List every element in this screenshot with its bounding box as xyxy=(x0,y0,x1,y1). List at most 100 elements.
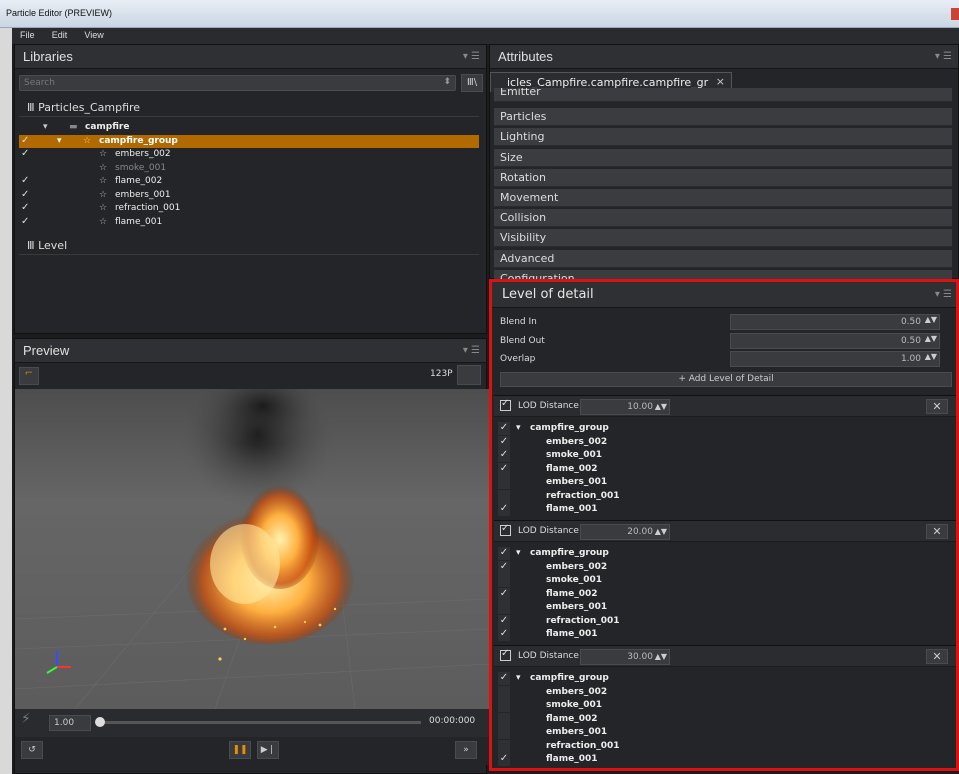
item-check[interactable]: ✓ xyxy=(21,202,31,213)
lod-item-row[interactable]: ✓ embers_002 xyxy=(498,435,948,450)
lod-group-row[interactable]: ✓ ▾ campfire_group xyxy=(498,422,948,436)
blend-out-input[interactable]: 0.50 ▲▼ xyxy=(730,333,940,349)
lod-distance-input[interactable]: 20.00 ▲▼ xyxy=(580,524,670,540)
item-check[interactable]: ✓ xyxy=(498,462,510,476)
item-check[interactable] xyxy=(498,601,510,614)
panel-menu-icon[interactable]: ▾ ☰ xyxy=(463,345,480,356)
item-check[interactable]: ✓ xyxy=(498,503,510,516)
item-check[interactable]: ✓ xyxy=(498,587,510,601)
tree-folder[interactable]: ▾ ▬ campfire xyxy=(19,121,479,135)
tree-group-selected[interactable]: ✓ ▾ ☆ campfire_group xyxy=(19,134,479,148)
tree-item[interactable]: ✓ ☆ flame_001 xyxy=(19,216,479,230)
library-search-input[interactable]: Search ⬍ xyxy=(19,75,456,91)
lod-distance-input[interactable]: 10.00 ▲▼ xyxy=(580,399,670,415)
menu-edit[interactable]: Edit xyxy=(52,30,68,40)
lod-group-row[interactable]: ✓ ▾ campfire_group xyxy=(498,672,948,686)
lod-item-row[interactable]: embers_001 xyxy=(498,601,948,615)
search-dropdown-icon[interactable]: ⬍ xyxy=(443,77,451,87)
expand-arrow-icon[interactable]: ▾ xyxy=(57,136,62,146)
group-check[interactable]: ✓ xyxy=(21,135,31,146)
category-movement[interactable]: Movement xyxy=(494,189,952,207)
add-level-of-detail-button[interactable]: + Add Level of Detail xyxy=(500,372,952,387)
fps-toggle-button[interactable] xyxy=(457,365,481,385)
menu-view[interactable]: View xyxy=(84,30,103,40)
axis-tool-button[interactable]: ⌐ xyxy=(19,367,39,385)
category-lighting[interactable]: Lighting xyxy=(494,128,952,147)
item-check[interactable]: ✓ xyxy=(21,148,31,159)
level-header[interactable]: Ⅲ Level xyxy=(19,235,479,255)
lod-enable-checkbox[interactable] xyxy=(500,398,511,411)
restart-icon[interactable]: ↺ xyxy=(21,741,43,759)
preview-viewport[interactable] xyxy=(15,389,489,709)
item-check[interactable] xyxy=(498,489,510,503)
tree-item[interactable]: ✓ ☆ flame_002 xyxy=(19,175,479,189)
library-header[interactable]: Ⅲ Particles_Campfire xyxy=(19,97,479,117)
item-check[interactable] xyxy=(498,739,510,753)
item-check[interactable]: ✓ xyxy=(498,449,510,462)
lod-distance-input[interactable]: 30.00 ▲▼ xyxy=(580,649,670,665)
pause-button[interactable]: ❚❚ xyxy=(229,741,251,759)
item-check[interactable] xyxy=(498,699,510,712)
item-check[interactable] xyxy=(498,712,510,726)
lod-item-row[interactable]: refraction_001 xyxy=(498,739,948,754)
category-rotation[interactable]: Rotation xyxy=(494,168,952,187)
tab-close-icon[interactable]: × xyxy=(716,75,725,88)
lod-item-row[interactable]: embers_001 xyxy=(498,726,948,740)
category-advanced[interactable]: Advanced xyxy=(494,249,952,268)
panel-menu-icon[interactable]: ▾ ☰ xyxy=(935,289,952,300)
category-emitter[interactable]: Emitter xyxy=(494,88,952,102)
lod-group-row[interactable]: ✓ ▾ campfire_group xyxy=(498,547,948,561)
lod-item-row[interactable]: smoke_001 xyxy=(498,699,948,713)
expand-arrow-icon[interactable]: ▾ xyxy=(516,673,521,683)
group-check[interactable]: ✓ xyxy=(498,672,510,685)
item-check[interactable]: ✓ xyxy=(498,614,510,628)
expand-arrow-icon[interactable]: ▾ xyxy=(516,423,521,433)
tree-item[interactable]: ☆ smoke_001 xyxy=(19,162,479,176)
lod-item-row[interactable]: ✓ flame_001 xyxy=(498,503,948,517)
lod-item-row[interactable]: embers_001 xyxy=(498,476,948,490)
item-check[interactable]: ✓ xyxy=(21,175,31,186)
lod-item-row[interactable]: ✓ flame_002 xyxy=(498,462,948,477)
lod-item-row[interactable]: ✓ flame_001 xyxy=(498,753,948,767)
item-check[interactable]: ✓ xyxy=(498,435,510,449)
menu-file[interactable]: File xyxy=(20,30,35,40)
tree-item[interactable]: ✓ ☆ embers_002 xyxy=(19,148,479,162)
playback-speed-input[interactable]: 1.00 xyxy=(49,715,91,731)
item-check[interactable] xyxy=(498,726,510,739)
panel-menu-icon[interactable]: ▾ ☰ xyxy=(463,51,480,62)
lod-item-row[interactable]: flame_002 xyxy=(498,712,948,727)
remove-lod-button[interactable]: ✕ xyxy=(926,649,948,664)
remove-lod-button[interactable]: ✕ xyxy=(926,524,948,539)
lod-item-row[interactable]: ✓ flame_002 xyxy=(498,587,948,602)
lightning-icon[interactable]: ⚡ xyxy=(21,711,31,727)
remove-lod-button[interactable]: ✕ xyxy=(926,399,948,414)
close-window-button[interactable] xyxy=(951,8,959,20)
lod-item-row[interactable]: ✓ flame_001 xyxy=(498,628,948,642)
item-check[interactable] xyxy=(498,476,510,489)
group-check[interactable]: ✓ xyxy=(498,422,510,435)
category-particles[interactable]: Particles xyxy=(494,108,952,127)
item-check[interactable] xyxy=(498,685,510,699)
item-check[interactable] xyxy=(498,574,510,587)
item-check[interactable]: ✓ xyxy=(498,753,510,766)
timeline-handle[interactable] xyxy=(95,717,105,727)
lod-item-row[interactable]: ✓ refraction_001 xyxy=(498,614,948,629)
item-check[interactable]: ✓ xyxy=(498,560,510,574)
lod-item-row[interactable]: smoke_001 xyxy=(498,574,948,588)
category-visibility[interactable]: Visibility xyxy=(494,229,952,248)
category-size[interactable]: Size xyxy=(494,148,952,167)
item-check[interactable]: ✓ xyxy=(498,628,510,641)
tree-item[interactable]: ✓ ☆ embers_001 xyxy=(19,189,479,203)
item-check[interactable]: ✓ xyxy=(21,216,31,227)
item-check[interactable]: ✓ xyxy=(21,189,31,200)
lod-item-row[interactable]: refraction_001 xyxy=(498,489,948,504)
tree-item[interactable]: ✓ ☆ refraction_001 xyxy=(19,202,479,216)
library-menu-button[interactable]: Ⅲ\ xyxy=(461,74,483,92)
lod-enable-checkbox[interactable] xyxy=(500,648,511,661)
category-collision[interactable]: Collision xyxy=(494,209,952,228)
lod-item-row[interactable]: ✓ smoke_001 xyxy=(498,449,948,463)
fast-forward-button[interactable]: » xyxy=(455,741,477,759)
expand-arrow-icon[interactable]: ▾ xyxy=(43,122,48,132)
expand-arrow-icon[interactable]: ▾ xyxy=(516,548,521,558)
panel-menu-icon[interactable]: ▾ ☰ xyxy=(935,51,952,62)
